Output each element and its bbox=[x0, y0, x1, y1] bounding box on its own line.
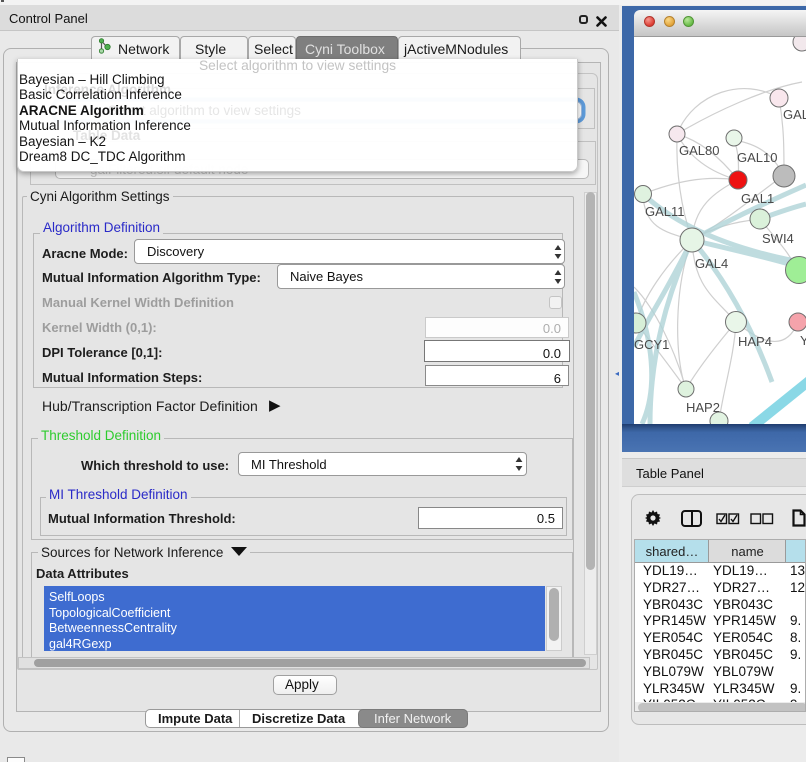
svg-text:HAP2: HAP2 bbox=[686, 400, 720, 415]
svg-text:GAL4: GAL4 bbox=[695, 256, 728, 271]
svg-text:Y: Y bbox=[800, 333, 806, 348]
svg-text:GAL7: GAL7 bbox=[783, 107, 806, 122]
svg-text:GAL1: GAL1 bbox=[741, 191, 774, 206]
svg-text:HAP4: HAP4 bbox=[738, 334, 772, 349]
svg-text:GAL10: GAL10 bbox=[737, 150, 777, 165]
svg-text:GCY1: GCY1 bbox=[634, 337, 669, 352]
svg-text:SWI4: SWI4 bbox=[762, 231, 794, 246]
svg-text:GAL80: GAL80 bbox=[679, 143, 719, 158]
svg-text:GAL11: GAL11 bbox=[645, 204, 685, 219]
